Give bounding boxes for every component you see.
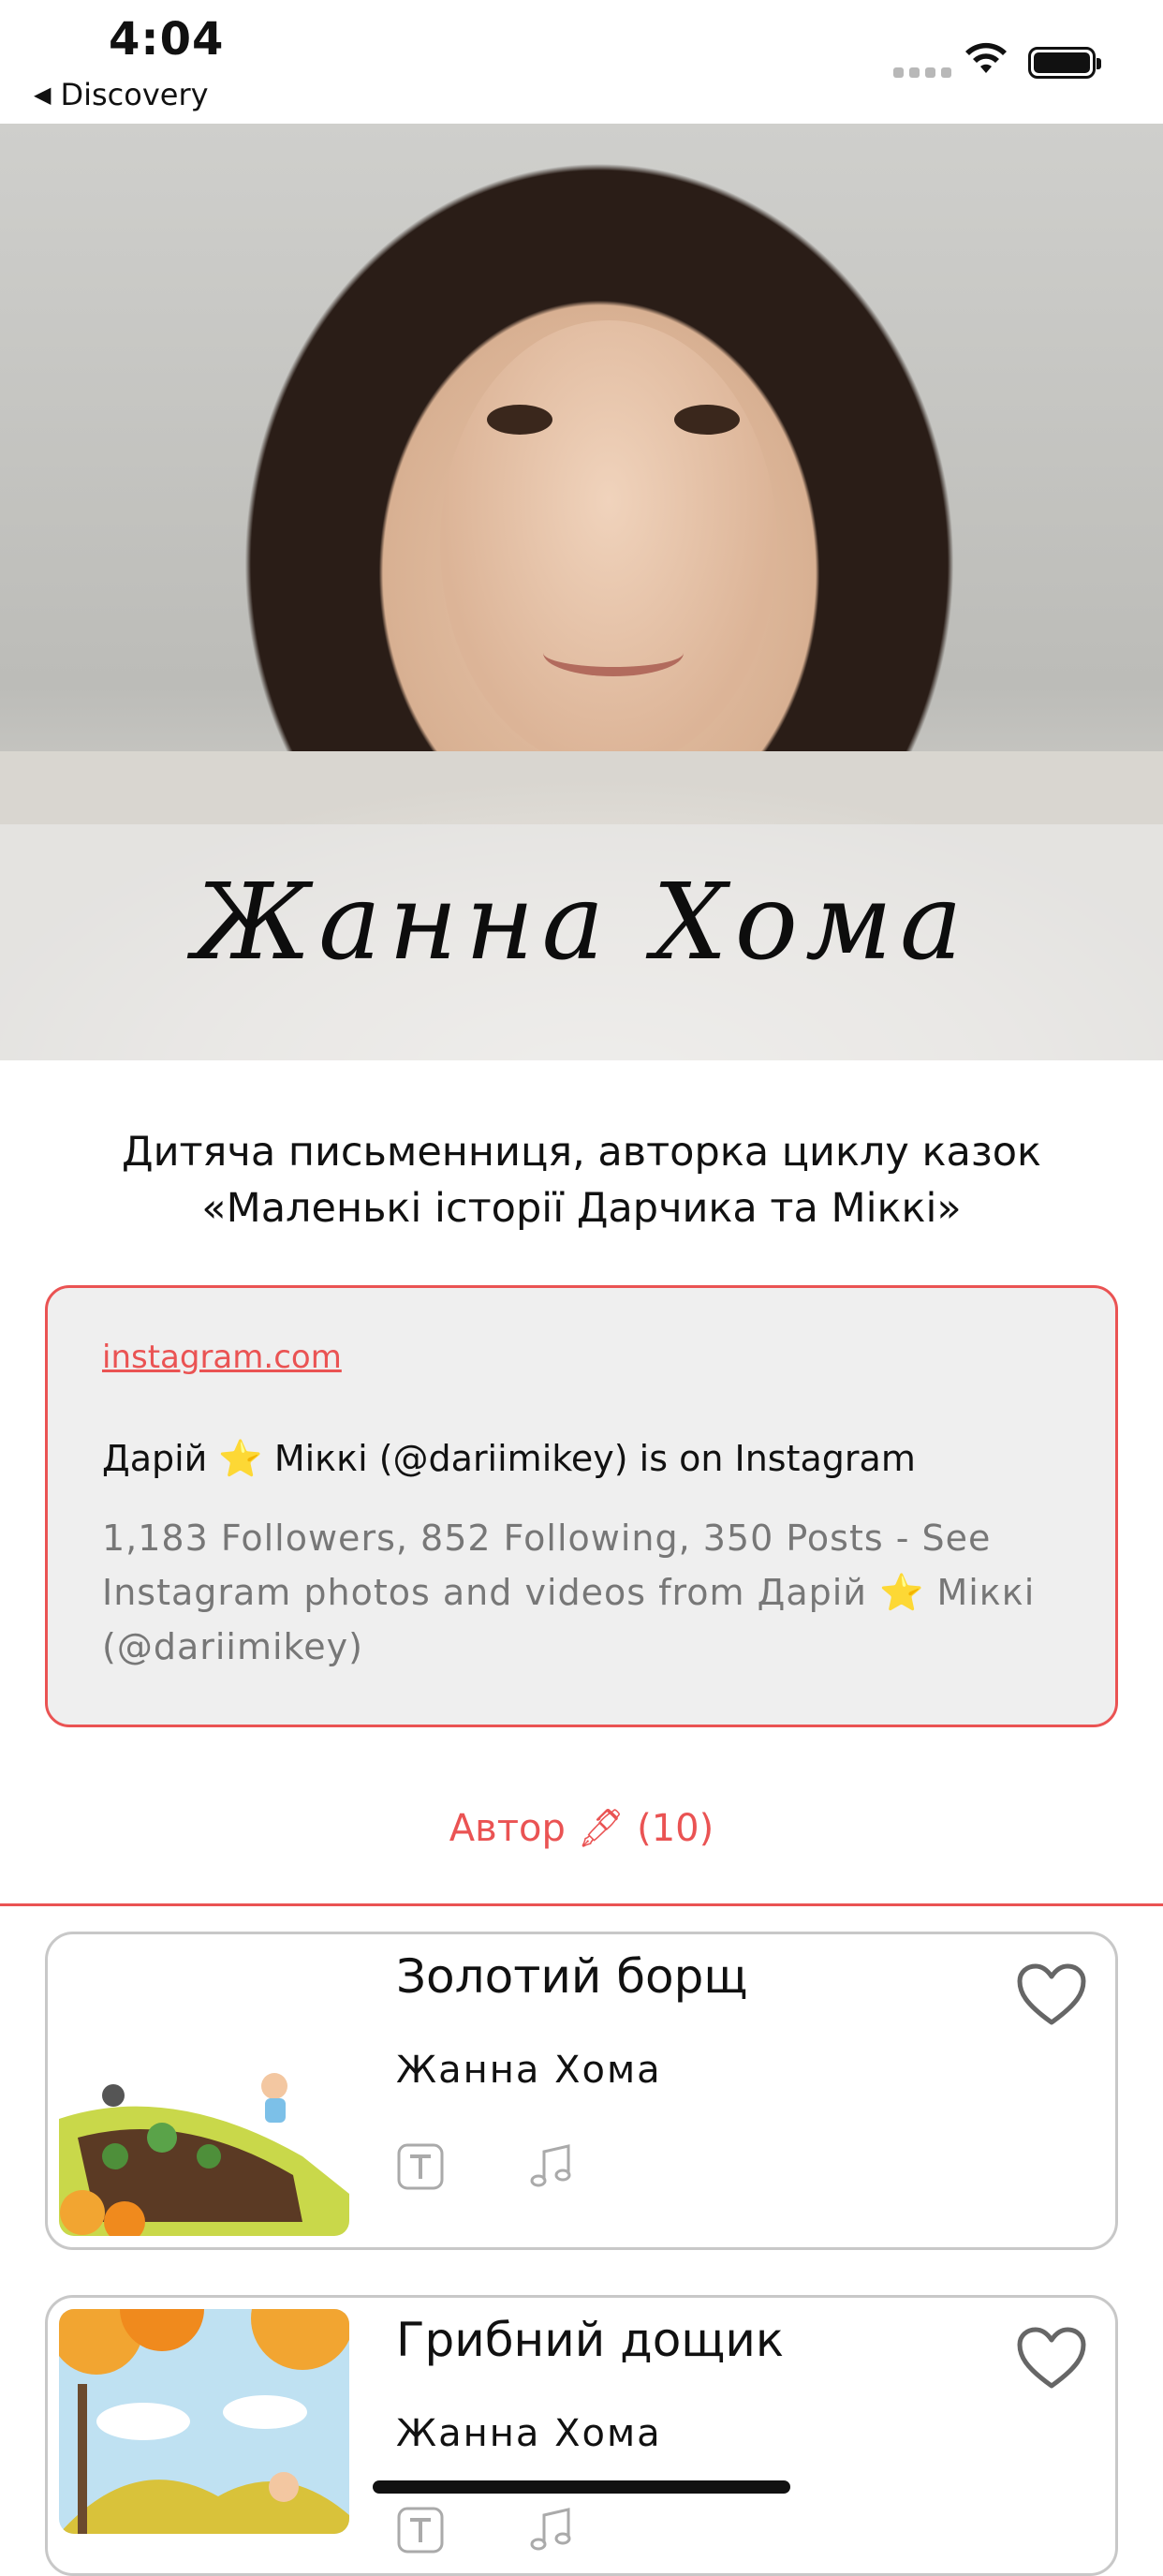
back-to-discovery-button[interactable]: ◀ Discovery	[34, 77, 209, 112]
author-stories-section-label: Автор 🖋 (10)	[449, 1807, 714, 1850]
home-indicator[interactable]	[373, 2480, 790, 2494]
battery-icon	[1028, 47, 1101, 79]
music-note-icon	[530, 2144, 571, 2187]
author-bio: Дитяча письменниця, авторка циклу казок …	[121, 1129, 1042, 1232]
story-thumbnail	[59, 2309, 349, 2534]
text-icon	[397, 2507, 444, 2554]
music-note-icon	[530, 2508, 571, 2551]
section-divider	[0, 1903, 1163, 1906]
story-card[interactable]: Золотий борщ Жанна Хома	[45, 1932, 1118, 2250]
wifi-icon	[965, 42, 1007, 73]
story-author: Жанна Хома	[396, 2412, 662, 2455]
portrait-eye	[674, 405, 740, 435]
instagram-link-preview[interactable]: instagram.com Дарій ⭐ Міккі (@dariimikey…	[45, 1285, 1118, 1727]
link-title: Дарій ⭐ Міккі (@dariimikey) is on Instag…	[102, 1438, 916, 1479]
portrait-smile	[543, 629, 684, 676]
story-title: Грибний дощик	[396, 2313, 785, 2367]
link-domain[interactable]: instagram.com	[102, 1339, 342, 1376]
story-title: Золотий борщ	[396, 1949, 748, 2004]
back-label: Discovery	[60, 77, 209, 112]
text-icon	[397, 2143, 444, 2190]
heart-icon[interactable]	[1016, 1962, 1087, 2028]
back-chevron-icon: ◀	[34, 81, 52, 108]
author-name: Жанна Хома	[193, 862, 970, 984]
status-bar: 4:04 ◀ Discovery	[0, 0, 1163, 124]
status-time: 4:04	[109, 13, 225, 66]
story-thumbnail	[59, 2053, 349, 2236]
heart-icon[interactable]	[1016, 2326, 1087, 2391]
story-card[interactable]: Грибний дощик Жанна Хома	[45, 2295, 1118, 2576]
story-author: Жанна Хома	[396, 2049, 662, 2092]
portrait-face	[440, 320, 777, 770]
portrait-eye	[487, 405, 552, 435]
cellular-signal-icon	[893, 67, 951, 78]
link-description: 1,183 Followers, 852 Following, 350 Post…	[102, 1517, 1036, 1667]
